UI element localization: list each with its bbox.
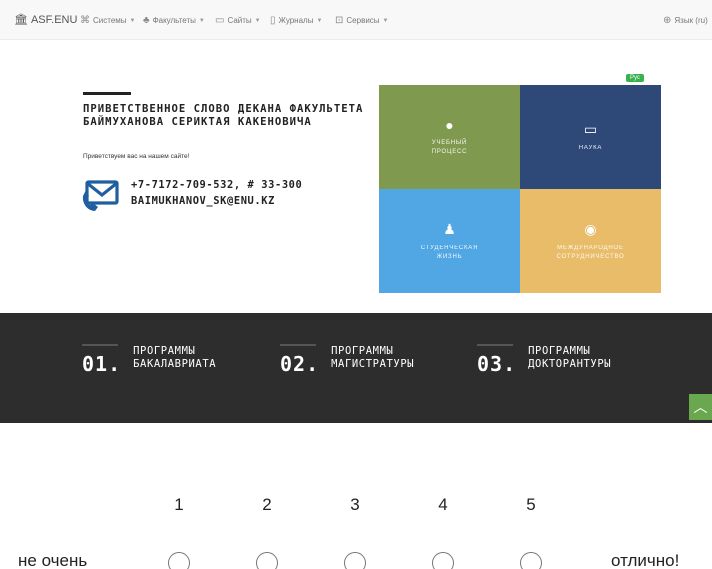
chevron-down-icon: ▼ [129, 17, 136, 24]
scale-label-5: 5 [526, 495, 536, 514]
rating-radio-5[interactable] [520, 552, 542, 569]
users-icon: ♟ [443, 220, 456, 237]
title-accent-bar [83, 92, 131, 95]
greeting-text: Приветствуем вас на нашем сайте! [83, 153, 190, 160]
brand-label: ASF.ENU [30, 13, 78, 26]
scale-label-2: 2 [262, 495, 272, 514]
program-bachelor[interactable]: 01. ПРОГРАММЫ БАКАЛАВРИАТА [82, 343, 216, 376]
nav-menu-services[interactable]: ⊡ Сервисы ▼ [335, 15, 389, 26]
dean-greeting-title: ПРИВЕТСТВЕННОЕ СЛОВО ДЕКАНА ФАКУЛЬТЕТА Б… [83, 103, 364, 128]
tile-international-cooperation[interactable]: ◉ МЕЖДУНАРОДНОЕ СОТРУДНИЧЕСТВО [520, 189, 661, 293]
language-label: Язык (ru) [674, 16, 708, 25]
tile-science[interactable]: ▭ НАУКА [520, 85, 661, 189]
monitor-icon: ▭ [583, 121, 598, 137]
tile-label: НАУКА [578, 145, 603, 151]
program-divider [82, 344, 118, 346]
globe-icon: ◉ [584, 220, 597, 237]
nav-menu-systems[interactable]: ⌘ Системы ▼ [80, 15, 135, 26]
university-icon: 🏛 [14, 14, 28, 26]
program-number: 02. [280, 352, 320, 376]
programs-section: 01. ПРОГРАММЫ БАКАЛАВРИАТА 02. ПРОГРАММЫ… [0, 313, 712, 423]
nav-menu-label: Факультеты [152, 16, 196, 25]
window-icon: ▭ [215, 15, 225, 26]
program-divider [280, 344, 316, 346]
contact-phone: +7-7172-709-532, # 33-300 [131, 179, 303, 191]
chevron-up-icon: ︿ [693, 399, 708, 415]
top-navbar: 🏛 ASF.ENU ⌘ Системы ▼ ♣ Факультеты ▼ ▭ С… [0, 0, 712, 40]
chevron-down-icon: ▼ [316, 17, 323, 24]
tile-label: СТУДЕНЧЕСКАЯ ЖИЗНЬ [420, 244, 479, 260]
rating-radio-3[interactable] [344, 552, 366, 569]
tile-educational-process[interactable]: ● УЧЕБНЫЙ ПРОЦЕСС [379, 85, 520, 189]
program-number: 01. [82, 352, 122, 376]
language-badge[interactable]: Рус [626, 74, 644, 82]
brand-link[interactable]: 🏛 ASF.ENU [14, 13, 78, 27]
rating-radio-2[interactable] [256, 552, 278, 569]
rating-radio-4[interactable] [432, 552, 454, 569]
nav-menu-journals[interactable]: ▯ Журналы ▼ [270, 15, 322, 26]
program-label: ПРОГРАММЫ МАГИСТРАТУРЫ [331, 345, 415, 370]
chevron-down-icon: ▼ [254, 17, 261, 24]
envelope-phone-icon [82, 180, 119, 211]
services-icon: ⊡ [335, 15, 344, 26]
tile-label: УЧЕБНЫЙ ПРОЦЕСС [431, 140, 468, 155]
chevron-down-icon: ▼ [382, 17, 389, 24]
program-number: 03. [477, 352, 517, 376]
nav-menu-sites[interactable]: ▭ Сайты ▼ [215, 15, 261, 26]
program-doctorate[interactable]: 03. ПРОГРАММЫ ДОКТОРАНТУРЫ [477, 343, 611, 376]
scroll-to-top-button[interactable]: ︿ [689, 394, 712, 420]
program-label: ПРОГРАММЫ БАКАЛАВРИАТА [133, 345, 217, 370]
program-master[interactable]: 02. ПРОГРАММЫ МАГИСТРАТУРЫ [280, 343, 414, 376]
language-menu[interactable]: ⊕ Язык (ru) ▼ [663, 15, 712, 26]
nav-menu-label: Сервисы [346, 16, 380, 25]
lightbulb-icon: ● [445, 117, 454, 133]
nav-menu-label: Журналы [278, 16, 314, 25]
sitemap-icon: ⌘ [80, 15, 90, 26]
scale-high-label: отлично! [611, 551, 680, 569]
scale-label-3: 3 [350, 495, 360, 514]
org-chart-icon: ♣ [143, 15, 150, 26]
rating-radio-1[interactable] [168, 552, 190, 569]
tile-student-life[interactable]: ♟ СТУДЕНЧЕСКАЯ ЖИЗНЬ [379, 189, 520, 293]
nav-menu-label: Сайты [227, 16, 252, 25]
tile-label: МЕЖДУНАРОДНОЕ СОТРУДНИЧЕСТВО [556, 244, 625, 260]
scale-label-4: 4 [438, 495, 448, 514]
nav-menu-faculties[interactable]: ♣ Факультеты ▼ [143, 15, 205, 26]
book-icon: ▯ [270, 15, 276, 26]
globe-icon: ⊕ [663, 15, 672, 26]
scale-low-label: не очень [18, 551, 88, 569]
program-label: ПРОГРАММЫ ДОКТОРАНТУРЫ [528, 345, 612, 370]
contact-email[interactable]: BAIMUKHANOV_SK@ENU.KZ [131, 195, 275, 207]
chevron-down-icon: ▼ [198, 17, 205, 24]
nav-menu-label: Системы [93, 16, 127, 25]
program-divider [477, 344, 513, 346]
scale-label-1: 1 [174, 495, 184, 514]
